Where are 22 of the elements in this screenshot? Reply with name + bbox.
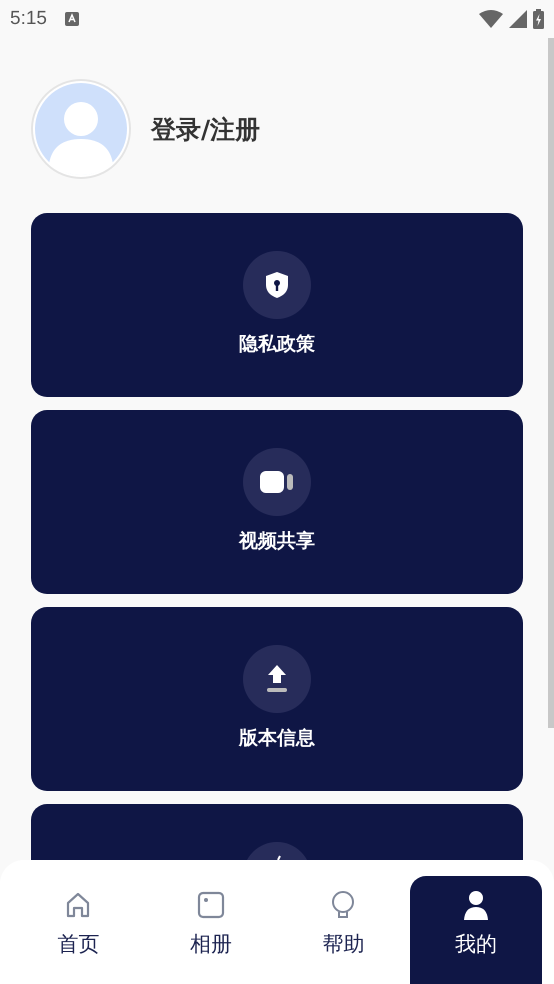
login-register-link[interactable]: 登录/注册 (151, 112, 260, 146)
card-label: 版本信息 (239, 726, 315, 751)
menu-card[interactable]: 视频共享 (31, 410, 523, 594)
nav-tab[interactable]: 相册 (144, 876, 277, 984)
menu-card[interactable] (31, 804, 523, 860)
wifi-icon (479, 10, 503, 28)
battery-charging-icon (533, 9, 544, 29)
card-label: 隐私政策 (239, 332, 315, 357)
nav-tab[interactable]: 我的 (410, 876, 542, 984)
menu-card[interactable]: 版本信息 (31, 607, 523, 791)
picture-frame-icon (196, 890, 226, 920)
status-time: 5:15 (10, 8, 47, 30)
nav-tab[interactable]: 帮助 (277, 876, 410, 984)
signal-icon (509, 10, 527, 28)
keyboard-icon (64, 12, 79, 26)
avatar-icon (31, 79, 131, 179)
menu-card[interactable]: 隐私政策 (31, 213, 523, 397)
nav-tab[interactable]: 首页 (12, 876, 144, 984)
video-camera-icon (243, 448, 311, 516)
upload-icon (243, 645, 311, 713)
shield-lock-icon (243, 251, 311, 319)
card-label: 视频共享 (239, 529, 315, 554)
